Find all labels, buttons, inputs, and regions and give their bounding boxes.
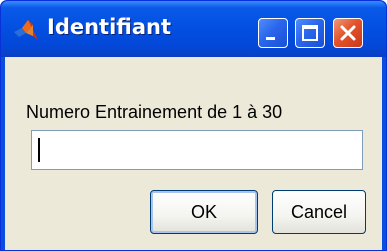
prompt-label: Numero Entrainement de 1 à 30 [26, 102, 283, 122]
minimize-icon [266, 37, 275, 40]
text-caret [38, 138, 40, 162]
maximize-button[interactable] [295, 18, 325, 48]
identifiant-dialog: Identifiant Numero Entrainement de 1 à 3… [0, 0, 387, 251]
minimize-button[interactable] [258, 18, 288, 48]
title-bar[interactable]: Identifiant [1, 1, 386, 57]
training-number-input[interactable] [31, 130, 363, 170]
ok-button[interactable]: OK [150, 190, 258, 234]
window-title: Identifiant [47, 15, 172, 39]
close-icon [340, 25, 356, 41]
close-button[interactable] [333, 18, 363, 48]
maximize-icon [302, 25, 318, 41]
cancel-button[interactable]: Cancel [272, 190, 366, 234]
matlab-logo-icon [13, 19, 39, 41]
